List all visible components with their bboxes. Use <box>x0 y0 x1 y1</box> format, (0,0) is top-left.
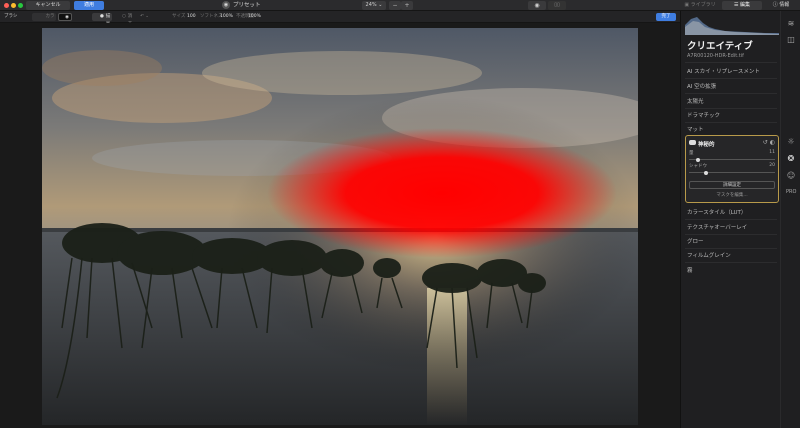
tab-edit-label: 編集 <box>740 2 751 8</box>
eye-icon: ◉ <box>65 15 69 20</box>
reset-icon[interactable]: ↺ <box>763 139 768 146</box>
size-label: サイズ <box>172 14 186 19</box>
split-view-button[interactable]: ▯▯ <box>548 1 566 10</box>
image-canvas[interactable] <box>0 23 680 428</box>
divider <box>685 219 777 220</box>
mangrove-sunset-photo <box>42 28 638 425</box>
divider <box>685 93 777 94</box>
tool-mystical-panel: 神秘的 ↺ ◐ 量 11 シャドウ 20 詳細設定 マスクを編集... <box>685 135 779 203</box>
mask-view-toggle[interactable]: ◉ <box>58 13 72 21</box>
divider <box>685 108 777 109</box>
undo-icon[interactable]: ↶ ⌄ <box>140 11 149 23</box>
file-name: A7R00120-HDR-Edit.tif <box>687 53 744 59</box>
softness-value[interactable]: 100% <box>220 11 233 23</box>
preset-icon: ◉ <box>222 1 230 9</box>
apply-button[interactable]: 適用 <box>74 1 104 10</box>
category-icon-bar: ≋ ◫ ☼ ❂ ☺ PRO <box>780 11 800 428</box>
size-value[interactable]: 100 <box>187 11 196 23</box>
tool-ai-sky-extension[interactable]: AI 空の拡張 <box>687 82 716 90</box>
zoom-in-button[interactable]: + <box>401 1 413 10</box>
tool-enable-toggle[interactable] <box>689 140 696 145</box>
divider <box>685 262 777 263</box>
tab-info[interactable]: ⓘ 情報 <box>764 1 798 10</box>
histogram <box>685 17 779 35</box>
slider-shadow-knob[interactable] <box>704 170 709 175</box>
panel-title: クリエイティブ <box>687 41 753 52</box>
zoom-out-button[interactable]: − <box>389 1 401 10</box>
preset-button[interactable]: ◉ プリセット <box>222 1 261 10</box>
tool-fog[interactable]: 霧 <box>687 266 693 274</box>
tool-color-style-lut[interactable]: カラースタイル（LUT） <box>687 208 746 216</box>
split-icon: ▯▯ <box>554 2 560 8</box>
tool-film-grain[interactable]: フィルムグレイン <box>687 251 731 259</box>
edit-panel: クリエイティブ A7R00120-HDR-Edit.tif AI スカイ・リプレ… <box>680 11 780 428</box>
preview-toggle-button[interactable]: ◉ <box>528 1 546 10</box>
advanced-settings-button[interactable]: 詳細設定 <box>689 181 775 189</box>
tab-library-label: ライブラリ <box>690 2 716 8</box>
zoom-dropdown[interactable]: 24% ⌄ <box>362 1 386 10</box>
divider <box>685 234 777 235</box>
active-tool-title: 神秘的 <box>698 142 715 148</box>
divider <box>685 78 777 79</box>
minimize-window-icon[interactable] <box>11 3 16 8</box>
tool-matte[interactable]: マット <box>687 125 704 133</box>
tool-glow[interactable]: グロー <box>687 237 704 245</box>
tool-texture-overlay[interactable]: テクスチャオーバーレイ <box>687 223 747 231</box>
tab-edit[interactable]: ☰ 編集 <box>722 1 762 10</box>
preset-label: プリセット <box>233 2 261 9</box>
sun-icon[interactable]: ☼ <box>786 137 796 147</box>
slider-shadow-value[interactable]: 20 <box>769 163 775 168</box>
tab-info-label: 情報 <box>779 2 790 8</box>
eye-icon: ◉ <box>534 2 540 9</box>
cancel-button[interactable]: キャンセル <box>26 1 70 10</box>
tool-ai-sky-replacement[interactable]: AI スカイ・リプレースメント <box>687 67 760 75</box>
zoom-value: 24% <box>365 2 377 8</box>
color-mode-button[interactable]: カラー <box>32 13 56 27</box>
divider <box>685 122 777 123</box>
pro-icon[interactable]: PRO <box>786 187 796 197</box>
mask-toggle-icon[interactable]: ◐ <box>770 139 775 146</box>
tool-actions: ↺ ◐ <box>763 139 775 146</box>
divider <box>685 62 777 63</box>
slider-amount-value[interactable]: 11 <box>769 150 775 155</box>
title-bar: キャンセル 適用 ◉ プリセット 24% ⌄ − + ◉ ▯▯ ▣ ライブラリ ☰… <box>0 0 800 11</box>
done-button[interactable]: 完了 <box>656 13 676 21</box>
slider-amount-track[interactable] <box>689 159 775 160</box>
brush-label: ブラシ <box>4 14 18 19</box>
face-icon[interactable]: ☺ <box>786 171 796 181</box>
paint-mode-button[interactable]: ● 描画 <box>92 13 112 27</box>
opacity-value[interactable]: 100% <box>248 11 261 23</box>
close-window-icon[interactable] <box>4 3 9 8</box>
palette-icon[interactable]: ❂ <box>786 154 796 164</box>
mask-toolbar: ブラシ カラー ◉ ● 描画 ○ 消去 ↶ ⌄ サイズ 100 ソフトネス 10… <box>0 11 680 27</box>
edited-photo[interactable] <box>42 28 638 425</box>
layers-icon[interactable]: ≋ <box>786 19 796 29</box>
tool-sunrays[interactable]: 太陽光 <box>687 97 704 105</box>
compare-icon[interactable]: ◫ <box>786 35 796 45</box>
slider-shadow-label: シャドウ <box>689 164 707 169</box>
divider <box>685 248 777 249</box>
tab-library[interactable]: ▣ ライブラリ <box>680 1 720 10</box>
tool-dramatic[interactable]: ドラマチック <box>687 111 720 119</box>
erase-mode-button[interactable]: ○ 消去 <box>114 13 134 27</box>
maximize-window-icon[interactable] <box>18 3 23 8</box>
slider-shadow-track[interactable] <box>689 172 775 173</box>
slider-amount-label: 量 <box>689 151 694 156</box>
edit-mask-link[interactable]: マスクを編集... <box>689 192 775 198</box>
